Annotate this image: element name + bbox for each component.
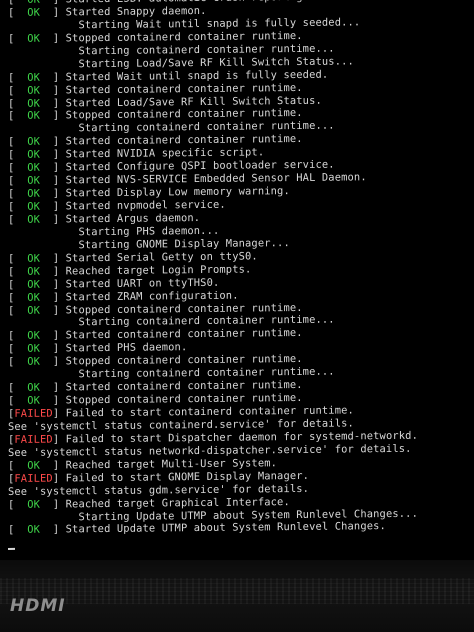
hdmi-logo: HDMI [10, 596, 66, 616]
status-ok: OK [27, 213, 41, 226]
status-failed: FAILED [14, 407, 53, 420]
status-ok: OK [27, 330, 41, 343]
status-ok: OK [27, 135, 41, 149]
log-message: Started NVS-SERVICE Embedded Sensor HAL … [65, 171, 367, 187]
status-ok: OK [27, 252, 41, 265]
status-ok: OK [27, 71, 41, 84]
status-ok: OK [27, 265, 41, 278]
log-message: Started ZRAM configuration. [65, 289, 239, 303]
log-message: Started nvpmodel service. [65, 198, 226, 213]
monitor-screen: [ OK ] Started LSB: automatic crash repo… [0, 0, 474, 560]
status-ok: OK [27, 187, 41, 200]
log-message: Started PHS daemon. [65, 341, 188, 355]
status-ok: OK [27, 161, 41, 174]
status-ok: OK [27, 97, 41, 110]
status-ok: OK [27, 291, 41, 304]
status-ok: OK [27, 148, 41, 162]
status-ok: OK [27, 174, 41, 187]
log-message: Started containerd container runtime. [65, 133, 303, 148]
status-ok: OK [27, 110, 41, 123]
bezel-vent-texture [0, 578, 474, 604]
status-ok: OK [27, 524, 41, 537]
status-failed: FAILED [14, 433, 53, 446]
log-message: Reached target Login Prompts. [65, 263, 252, 278]
log-message: Starting GNOME Display Manager... [78, 236, 290, 252]
status-ok: OK [27, 200, 41, 213]
log-message: Started Update UTMP about System Runleve… [65, 520, 386, 536]
log-message: Reached target Multi-User System. [65, 456, 278, 472]
log-message: Started UART on ttyTHS0. [65, 276, 220, 291]
log-message: Starting PHS daemon... [78, 224, 220, 239]
log-message: Starting Wait until snapd is fully seede… [78, 16, 361, 32]
status-ok: OK [27, 342, 41, 356]
status-failed: FAILED [14, 472, 53, 485]
log-message: Started Serial Getty on ttyS0. [65, 250, 258, 265]
status-ok: OK [27, 6, 41, 19]
terminal-cursor [8, 548, 15, 551]
status-ok: OK [27, 84, 41, 97]
status-ok: OK [27, 278, 41, 291]
log-message: Started Snappy daemon. [65, 4, 207, 19]
log-message: Reached target Graphical Interface. [65, 495, 290, 510]
status-ok: OK [27, 355, 41, 369]
status-ok: OK [27, 498, 41, 511]
log-message: Started Argus daemon. [65, 211, 201, 226]
boot-log: [ OK ] Started LSB: automatic crash repo… [8, 0, 418, 551]
status-ok: OK [27, 32, 41, 45]
status-ok: OK [27, 381, 41, 394]
status-ok: OK [27, 459, 41, 472]
log-message: Started NVIDIA specific script. [65, 146, 265, 161]
log-message: Started containerd container runtime. [65, 327, 303, 342]
status-ok: OK [27, 304, 41, 317]
status-ok: OK [27, 0, 40, 6]
status-ok: OK [27, 394, 41, 407]
log-message: Started Display Low memory warning. [65, 185, 290, 200]
